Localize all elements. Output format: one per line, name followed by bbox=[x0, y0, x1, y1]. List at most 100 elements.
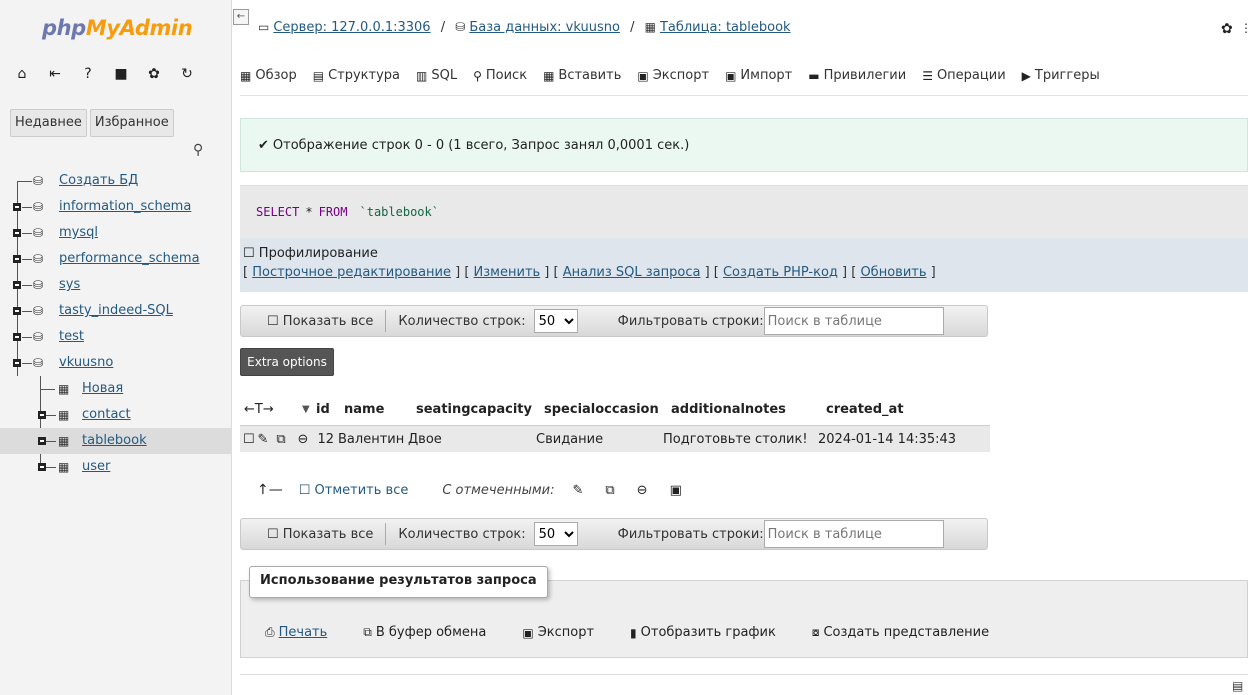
edit-link[interactable]: Изменить bbox=[474, 265, 541, 280]
filter-rows-input[interactable] bbox=[763, 307, 944, 335]
chart-button[interactable]: ▮ Отобразить график bbox=[630, 625, 776, 640]
tab-insert[interactable]: ▦ Вставить bbox=[543, 68, 621, 83]
cell-id[interactable]: 12 bbox=[316, 432, 336, 447]
column-header[interactable]: name bbox=[344, 402, 416, 417]
tree-item-contact[interactable]: ▦ contact bbox=[0, 402, 231, 428]
tree-item-information-schema[interactable]: ⛁ information_schema bbox=[0, 194, 231, 220]
navigation-bar-bottom: ☐ Показать все Количество строк: 50 Филь… bbox=[240, 518, 988, 550]
breadcrumb-database[interactable]: База данных: vkuusno bbox=[469, 20, 620, 35]
column-toggle-icon[interactable]: ←T→ bbox=[240, 402, 302, 417]
breadcrumb-server[interactable]: Сервер: 127.0.0.1:3306 bbox=[273, 20, 430, 35]
tab-browse[interactable]: ▦ Обзор bbox=[240, 68, 297, 83]
extra-options-button[interactable]: Extra options bbox=[240, 348, 334, 376]
column-header[interactable]: additionalnotes bbox=[671, 402, 826, 417]
tab-privileges[interactable]: ▬ Привилегии bbox=[808, 68, 906, 83]
column-header[interactable]: seatingcapacity bbox=[416, 402, 544, 417]
expand-icon[interactable] bbox=[13, 281, 21, 289]
tree-item-sys[interactable]: ⛁ sys bbox=[0, 272, 231, 298]
inline-edit-link[interactable]: Построчное редактирование bbox=[252, 265, 451, 280]
print-button[interactable]: ⎙ Печать bbox=[265, 625, 327, 640]
tab-recent[interactable]: Недавнее bbox=[10, 109, 87, 137]
sql-icon: ▥ bbox=[416, 68, 428, 83]
sql-query-box[interactable]: SELECT * FROM `tablebook` bbox=[240, 185, 1248, 238]
operations-icon: ☰ bbox=[922, 68, 933, 83]
refresh-link[interactable]: Обновить bbox=[860, 265, 926, 280]
cell-additionalnotes[interactable]: Подготовьте столик! bbox=[663, 432, 818, 447]
tab-operations[interactable]: ☰ Операции bbox=[922, 68, 1005, 83]
filter-rows-input[interactable] bbox=[763, 520, 944, 548]
show-all-checkbox[interactable]: ☐ Показать все bbox=[267, 314, 373, 329]
tree-item-new-table[interactable]: ▦ Новая bbox=[0, 376, 231, 402]
column-header[interactable]: id bbox=[316, 402, 344, 417]
logout-icon[interactable]: ⇤ bbox=[47, 66, 63, 82]
tree-item-create-db[interactable]: ⛁ Создать БД bbox=[0, 168, 231, 194]
edit-icon[interactable]: ✎ bbox=[254, 432, 272, 447]
cell-specialoccasion[interactable]: Свидание bbox=[536, 432, 663, 447]
tree-item-mysql[interactable]: ⛁ mysql bbox=[0, 220, 231, 246]
expand-icon[interactable] bbox=[38, 411, 46, 419]
tab-import[interactable]: ▣ Импорт bbox=[725, 68, 792, 83]
row-count-select[interactable]: 50 bbox=[533, 522, 578, 546]
profiling-checkbox[interactable]: ☐ Профилирование bbox=[243, 246, 1248, 261]
row-checkbox[interactable]: ☐ bbox=[240, 432, 255, 447]
console-icon[interactable]: ▤ bbox=[1232, 679, 1243, 693]
settings-icon[interactable]: ✿ bbox=[1221, 21, 1233, 37]
tab-structure[interactable]: ▤ Структура bbox=[313, 68, 400, 83]
bulk-copy-icon[interactable]: ⧉ bbox=[605, 483, 614, 498]
tree-item-performance-schema[interactable]: ⛁ performance_schema bbox=[0, 246, 231, 272]
tree-item-vkuusno[interactable]: ⛁ vkuusno bbox=[0, 350, 231, 376]
server-icon: ▭ bbox=[258, 20, 270, 34]
query-results-legend: Использование результатов запроса bbox=[249, 566, 548, 598]
export-button[interactable]: ▣ Экспорт bbox=[522, 625, 594, 640]
settings-icon[interactable]: ✿ bbox=[146, 66, 162, 82]
column-header[interactable]: created_at bbox=[826, 402, 966, 417]
tab-search[interactable]: ⚲ Поиск bbox=[473, 68, 527, 83]
explain-link[interactable]: Анализ SQL запроса bbox=[563, 265, 701, 280]
tree-item-user[interactable]: ▦ user bbox=[0, 454, 231, 480]
help-icon[interactable]: ? bbox=[80, 66, 96, 82]
delete-icon[interactable]: ⊖ bbox=[290, 432, 316, 447]
navigation-bar-top: ☐ Показать все Количество строк: 50 Филь… bbox=[240, 305, 988, 337]
column-header[interactable]: specialoccasion bbox=[544, 402, 671, 417]
expand-icon[interactable] bbox=[13, 307, 21, 315]
tab-export[interactable]: ▣ Экспорт bbox=[637, 68, 709, 83]
create-view-button[interactable]: ⧇ Создать представление bbox=[812, 625, 989, 640]
breadcrumb-table[interactable]: Таблица: tablebook bbox=[660, 20, 791, 35]
checkmark-icon: ✔ bbox=[258, 137, 269, 153]
expand-icon[interactable] bbox=[38, 437, 46, 445]
cell-created-at[interactable]: 2024-01-14 14:35:43 bbox=[818, 432, 963, 447]
tree-item-tablebook[interactable]: ▦ tablebook bbox=[0, 428, 231, 454]
copy-icon[interactable]: ⧉ bbox=[272, 432, 290, 447]
tab-sql[interactable]: ▥ SQL bbox=[416, 68, 457, 83]
cell-seatingcapacity[interactable]: Двое bbox=[408, 432, 536, 447]
bulk-edit-icon[interactable]: ✎ bbox=[572, 483, 583, 498]
reload-icon[interactable]: ↻ bbox=[179, 66, 195, 82]
more-icon[interactable]: ⋮ bbox=[1240, 21, 1248, 35]
triggers-icon: ▶ bbox=[1021, 68, 1031, 83]
tree-item-test[interactable]: ⛁ test bbox=[0, 324, 231, 350]
sort-icon[interactable]: ▼ bbox=[302, 404, 316, 415]
bulk-delete-icon[interactable]: ⊖ bbox=[637, 483, 648, 498]
expand-icon[interactable] bbox=[13, 255, 21, 263]
link-icon[interactable]: ⚲ bbox=[193, 142, 203, 158]
collapse-sidebar-button[interactable]: ← bbox=[233, 9, 249, 25]
tree-item-tasty-indeed-sql[interactable]: ⛁ tasty_indeed-SQL bbox=[0, 298, 231, 324]
home-icon[interactable]: ⌂ bbox=[14, 66, 30, 82]
phpmyadmin-logo[interactable]: phpMyAdmin bbox=[42, 16, 193, 40]
create-php-link[interactable]: Создать PHP-код bbox=[723, 265, 838, 280]
expand-icon[interactable] bbox=[38, 463, 46, 471]
show-all-checkbox[interactable]: ☐ Показать все bbox=[267, 527, 373, 542]
docs-icon[interactable]: ■ bbox=[113, 66, 129, 82]
collapse-icon[interactable] bbox=[13, 359, 21, 367]
expand-icon[interactable] bbox=[13, 333, 21, 341]
tab-triggers[interactable]: ▶ Триггеры bbox=[1022, 68, 1100, 83]
clipboard-button[interactable]: ⧉ В буфер обмена bbox=[363, 625, 486, 640]
check-all-checkbox[interactable]: ☐ Отметить все bbox=[299, 483, 409, 498]
cell-name[interactable]: Валентин bbox=[336, 432, 408, 447]
database-tree: ⛁ Создать БД ⛁ information_schema ⛁ mysq… bbox=[0, 168, 231, 480]
tab-favorites[interactable]: Избранное bbox=[89, 109, 174, 137]
bulk-export-icon[interactable]: ▣ bbox=[670, 483, 682, 498]
row-count-select[interactable]: 50 bbox=[533, 309, 578, 333]
expand-icon[interactable] bbox=[13, 229, 21, 237]
expand-icon[interactable] bbox=[13, 203, 21, 211]
